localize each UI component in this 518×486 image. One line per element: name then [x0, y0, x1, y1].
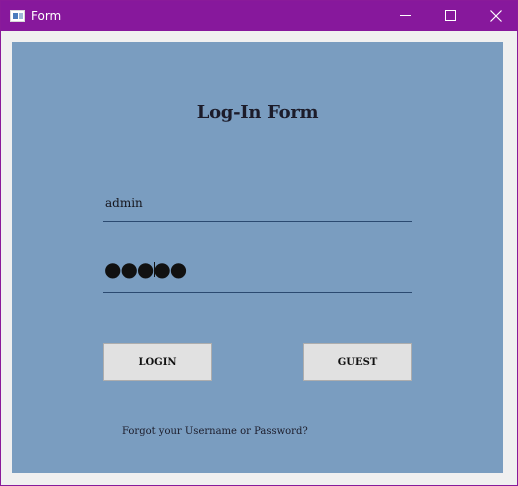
- forgot-credentials-link[interactable]: Forgot your Username or Password?: [122, 426, 308, 437]
- title-bar[interactable]: Form: [1, 1, 517, 31]
- username-field[interactable]: admin: [103, 190, 412, 222]
- password-field[interactable]: ●●●●●: [103, 252, 412, 293]
- login-button[interactable]: LOGIN: [103, 343, 212, 381]
- window-title: Form: [31, 9, 62, 23]
- minimize-button[interactable]: [382, 1, 428, 31]
- password-mask: ●●●●●: [104, 257, 187, 281]
- application-window: Form Log-In Form admin ●●●●● LOGIN GUEST…: [0, 0, 518, 486]
- minimize-icon: [400, 15, 411, 16]
- maximize-icon: [445, 10, 456, 21]
- window-app-icon: [10, 10, 25, 22]
- form-heading: Log-In Form: [196, 102, 319, 123]
- close-icon: [490, 10, 502, 22]
- login-form-panel: Log-In Form admin ●●●●● LOGIN GUEST Forg…: [12, 42, 503, 473]
- username-value: admin: [105, 196, 143, 210]
- close-button[interactable]: [473, 1, 518, 31]
- guest-button[interactable]: GUEST: [303, 343, 412, 381]
- maximize-button[interactable]: [428, 1, 474, 31]
- text-caret: [154, 262, 155, 277]
